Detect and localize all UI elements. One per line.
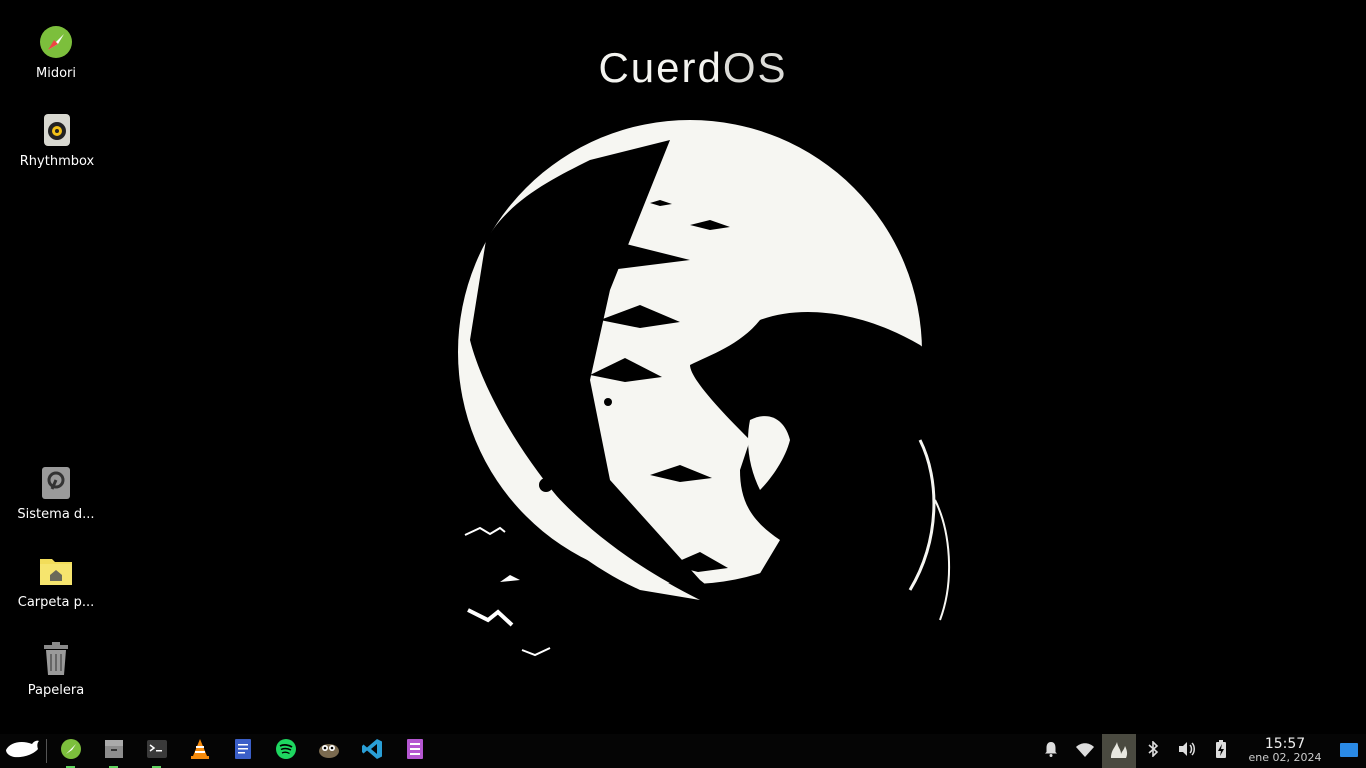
desktop-icon-home-folder[interactable]: Carpeta p...: [6, 553, 106, 610]
battery-button[interactable]: [1204, 734, 1238, 768]
bluetooth-icon: [1147, 740, 1159, 761]
network-button[interactable]: [1068, 734, 1102, 768]
taskbar-app-notes[interactable]: [393, 734, 436, 768]
taskbar-app-gimp[interactable]: [307, 734, 350, 768]
wallpaper-title-part1: Cuerd: [598, 44, 723, 91]
desktop-icon-rhythmbox[interactable]: Rhythmbox: [7, 112, 107, 169]
desktop-icon-filesystem[interactable]: Sistema d...: [6, 465, 106, 522]
clock-time: 15:57: [1264, 736, 1306, 752]
vscode-icon: [361, 738, 383, 764]
notes-icon: [404, 738, 426, 764]
desktop-icon-label: Papelera: [27, 683, 85, 698]
system-tray: 15:57 ene 02, 2024: [1034, 734, 1366, 768]
bluetooth-button[interactable]: [1136, 734, 1170, 768]
desktop-icon-label: Midori: [36, 66, 76, 81]
desktop-icon-trash[interactable]: Papelera: [6, 641, 106, 698]
bell-icon: [1043, 741, 1059, 761]
notifications-button[interactable]: [1034, 734, 1068, 768]
desktop[interactable]: CuerdOS Midori Rhythmbox Sistema d... Ca…: [0, 0, 1366, 734]
midori-browser-icon: [60, 738, 82, 764]
start-menu-button[interactable]: [0, 734, 44, 768]
filesystem-drive-icon: [38, 465, 74, 501]
text-editor-icon: [232, 738, 254, 764]
terminal-icon: [146, 738, 168, 764]
whale-menu-icon: [4, 738, 40, 764]
wallpaper-illustration: [458, 120, 980, 720]
show-desktop-button[interactable]: [1332, 734, 1366, 768]
taskbar-app-vscode[interactable]: [350, 734, 393, 768]
vlc-icon: [189, 738, 211, 764]
home-folder-icon: [38, 553, 74, 589]
clock-date: ene 02, 2024: [1248, 751, 1322, 764]
taskbar-app-files[interactable]: [92, 734, 135, 768]
rhythmbox-icon: [39, 112, 75, 148]
desktop-icon-label: Carpeta p...: [17, 595, 95, 610]
gimp-icon: [317, 738, 341, 764]
battery-charging-icon: [1215, 740, 1227, 762]
taskbar-app-midori[interactable]: [49, 734, 92, 768]
wallpaper-title: CuerdOS: [560, 44, 826, 92]
taskbar-app-terminal[interactable]: [135, 734, 178, 768]
volume-button[interactable]: [1170, 734, 1204, 768]
taskbar: 15:57 ene 02, 2024: [0, 734, 1366, 768]
desktop-icon-midori[interactable]: Midori: [6, 24, 106, 81]
desktop-icon-label: Sistema d...: [17, 507, 95, 522]
taskbar-separator: [46, 739, 47, 763]
wallpaper-title-part2: OS: [722, 44, 788, 91]
desktop-icon-label: Rhythmbox: [19, 154, 95, 169]
volume-icon: [1178, 741, 1196, 761]
taskbar-app-text-editor[interactable]: [221, 734, 264, 768]
show-desktop-icon: [1340, 742, 1358, 761]
flame-tray-button[interactable]: [1102, 734, 1136, 768]
midori-browser-icon: [38, 24, 74, 60]
flame-icon: [1109, 740, 1129, 762]
wifi-icon: [1076, 742, 1094, 761]
trash-icon: [38, 641, 74, 677]
taskbar-app-vlc[interactable]: [178, 734, 221, 768]
file-manager-icon: [103, 738, 125, 764]
spotify-icon: [275, 738, 297, 764]
taskbar-app-spotify[interactable]: [264, 734, 307, 768]
clock[interactable]: 15:57 ene 02, 2024: [1242, 737, 1328, 765]
